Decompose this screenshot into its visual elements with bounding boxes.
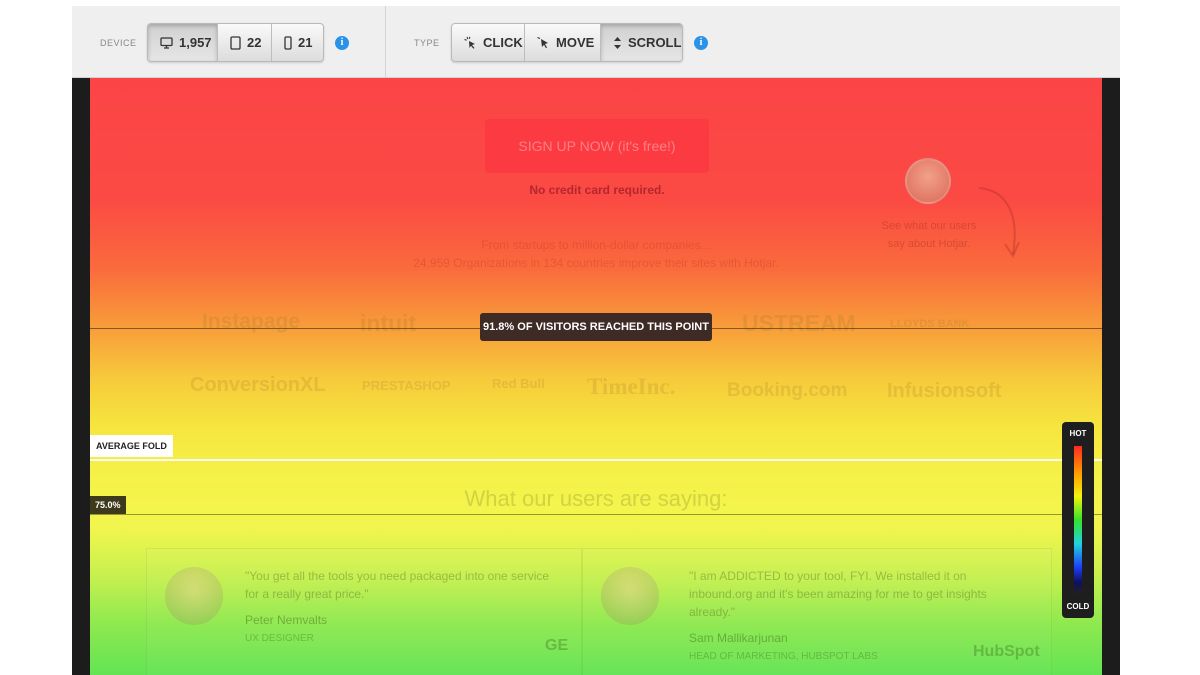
review-quote: "I am ADDICTED to your tool, FYI. We ins… [689,569,987,619]
device-selector: 1,957 22 21 [147,23,324,62]
toolbar-divider [385,6,386,78]
desktop-icon [160,36,173,49]
heatmap-viewer: DEVICE 1,957 22 21 i TYPE CLICK MOVE SCR… [72,6,1120,675]
no-credit-card-note: No credit card required. [529,183,665,197]
scroll-heatmap-canvas[interactable]: SIGN UP NOW (it's free!) No credit card … [90,78,1102,675]
legend-color-scale [1074,446,1082,594]
heat-legend: HOT COLD [1062,422,1094,618]
logo-conversionxl: ConversionXL [190,374,326,396]
device-mobile-count: 21 [298,35,313,50]
average-fold-label: AVERAGE FOLD [90,435,173,457]
average-fold-line [90,459,1102,461]
tablet-icon [230,35,241,50]
legend-cold-label: COLD [1066,602,1090,611]
device-label: DEVICE [100,38,137,48]
review-company-logo: GE [545,637,569,654]
type-move-label: MOVE [556,35,595,50]
testimonial-avatar [905,158,951,204]
testimonial-cta-line1: See what our users [881,220,977,232]
click-icon [464,36,477,49]
type-scroll-label: SCROLL [628,35,682,50]
type-move-button[interactable]: MOVE [525,24,601,61]
organizations-line2: 24,959 Organizations in 134 countries im… [413,256,779,270]
type-info-icon[interactable]: i [694,36,708,50]
reviews-title: What our users are saying: [464,486,728,511]
organizations-line1: From startups to million-dollar companie… [481,238,711,252]
logo-booking: Booking.com [727,380,848,401]
move-icon [537,36,550,49]
reviewer-role: HEAD OF MARKETING, HUBSPOT LABS [689,651,878,662]
review-card: "I am ADDICTED to your tool, FYI. We ins… [582,548,1052,675]
device-info-icon[interactable]: i [335,36,349,50]
visitors-reached-label: 91.8% OF VISITORS REACHED THIS POINT [480,313,712,341]
signup-button: SIGN UP NOW (it's free!) [485,119,709,173]
percent-marker-line [90,514,1102,515]
logo-ustream: USTREAM [742,310,856,336]
type-selector: CLICK MOVE SCROLL [451,23,683,62]
type-click-button[interactable]: CLICK [452,24,525,61]
logo-infusionsoft: Infusionsoft [887,380,1002,402]
device-desktop-button[interactable]: 1,957 [148,24,218,61]
device-tablet-count: 22 [247,35,262,50]
type-click-label: CLICK [483,35,523,50]
logo-prestashop: PRESTASHOP [362,378,451,393]
reviewer-avatar [601,567,659,625]
scroll-arrows-icon [613,36,622,50]
reviewer-name: Sam Mallikarjunan [689,631,788,645]
mobile-icon [284,35,292,50]
type-label: TYPE [414,38,440,48]
logo-timeinc: TimeInc. [587,374,676,399]
percent-marker-label: 75.0% [90,496,126,514]
reviewer-name: Peter Nemvalts [245,613,328,627]
heatmap-toolbar: DEVICE 1,957 22 21 i TYPE CLICK MOVE SCR… [72,6,1120,78]
device-mobile-button[interactable]: 21 [272,24,323,61]
legend-hot-label: HOT [1069,429,1087,438]
review-company-logo: HubSpot [973,643,1040,660]
curved-arrow-icon [975,182,1025,267]
device-tablet-button[interactable]: 22 [218,24,272,61]
logo-redbull: Red Bull [492,376,545,391]
review-card: "You get all the tools you need packaged… [146,548,582,675]
device-desktop-count: 1,957 [179,35,212,50]
type-scroll-button[interactable]: SCROLL [601,24,682,61]
review-quote: "You get all the tools you need packaged… [245,569,550,601]
reviewer-role: UX DESIGNER [245,633,314,644]
logo-intuit: intuit [360,310,417,336]
logo-instapage: Instapage [202,310,301,333]
reviewer-avatar [165,567,223,625]
